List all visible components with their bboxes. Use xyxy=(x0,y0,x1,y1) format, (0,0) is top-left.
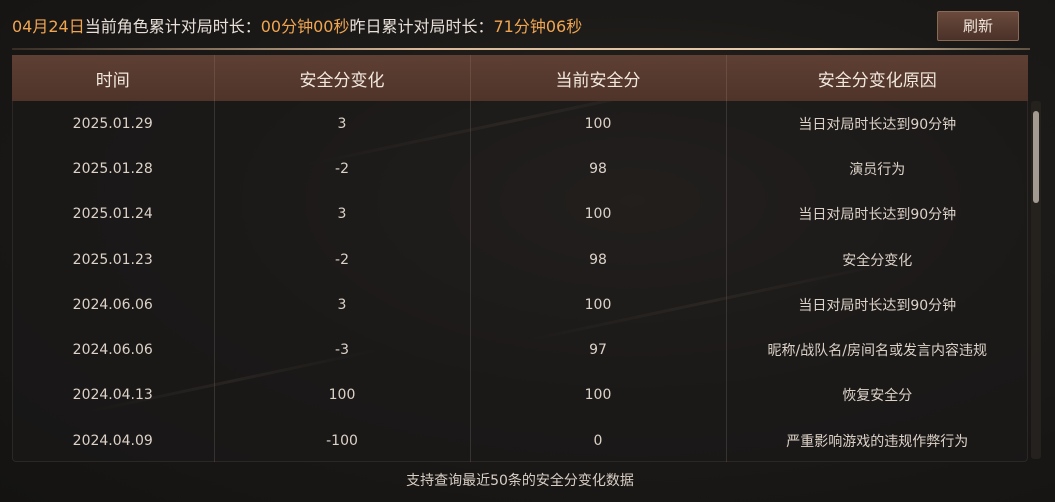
column-header-time: 时间 xyxy=(12,55,215,101)
cell-score-change: -3 xyxy=(214,327,471,373)
cell-change-reason: 演员行为 xyxy=(849,161,906,178)
cell-change-reason: 昵称/战队名/房间名或发言内容违规 xyxy=(767,343,987,360)
cell-time: 2024.06.06 xyxy=(12,282,215,328)
cell-score-change: 3 xyxy=(214,282,471,328)
play-time-summary: 04月24日当前角色累计对局时长：00分钟00秒昨日累计对局时长：71分钟06秒 xyxy=(12,16,582,38)
cell-change-reason: 安全分变化 xyxy=(842,252,913,269)
cell-change-reason: 当日对局时长达到90分钟 xyxy=(798,297,957,314)
cell-change-reason: 严重影响游戏的违规作弊行为 xyxy=(786,433,969,450)
current-playtime-value: 00分钟00秒 xyxy=(260,17,350,36)
cell-current-score: 98 xyxy=(470,146,727,192)
yesterday-playtime-value: 71分钟06秒 xyxy=(493,17,583,36)
cell-current-score: 100 xyxy=(470,101,727,147)
cell-current-score: 100 xyxy=(470,191,727,237)
table-scrollbar[interactable] xyxy=(1031,101,1041,459)
cell-current-score: 100 xyxy=(470,282,727,328)
current-playtime-label: 当前角色累计对局时长： xyxy=(84,17,261,36)
table-row: 2024.04.13 100 100 恢复安全分 xyxy=(12,372,1028,419)
cell-time: 2024.04.13 xyxy=(12,372,215,419)
table-row: 2024.04.09 -100 0 严重影响游戏的违规作弊行为 xyxy=(12,418,1028,462)
cell-current-score: 100 xyxy=(470,372,727,419)
cell-score-change: 100 xyxy=(214,372,471,419)
scrollbar-thumb[interactable] xyxy=(1033,111,1039,203)
table-row: 2024.06.06 3 100 当日对局时长达到90分钟 xyxy=(12,282,1028,328)
cell-time: 2025.01.24 xyxy=(12,191,215,237)
cell-score-change: 3 xyxy=(214,191,471,237)
cell-score-change: -2 xyxy=(214,236,471,283)
header-divider xyxy=(12,48,1030,50)
table-row: 2024.06.06 -3 97 昵称/战队名/房间名或发言内容违规 xyxy=(12,327,1028,373)
cell-time: 2024.06.06 xyxy=(12,327,215,373)
column-header-current-score: 当前安全分 xyxy=(470,55,727,101)
cell-change-reason: 恢复安全分 xyxy=(842,388,913,405)
cell-score-change: -100 xyxy=(214,418,471,462)
table-row: 2025.01.23 -2 98 安全分变化 xyxy=(12,236,1028,283)
summary-date: 04月24日 xyxy=(12,17,85,36)
cell-time: 2025.01.23 xyxy=(12,236,215,283)
yesterday-playtime-label: 昨日累计对局时长： xyxy=(349,17,494,36)
cell-change-reason: 当日对局时长达到90分钟 xyxy=(798,207,957,224)
cell-current-score: 0 xyxy=(470,418,727,462)
query-limit-note: 支持查询最近50条的安全分变化数据 xyxy=(406,473,634,489)
column-header-score-change: 安全分变化 xyxy=(214,55,471,101)
cell-change-reason: 当日对局时长达到90分钟 xyxy=(798,116,957,133)
cell-score-change: -2 xyxy=(214,146,471,192)
table-row: 2025.01.29 3 100 当日对局时长达到90分钟 xyxy=(12,101,1028,147)
cell-time: 2024.04.09 xyxy=(12,418,215,462)
cell-current-score: 97 xyxy=(470,327,727,373)
cell-score-change: 3 xyxy=(214,101,471,147)
table-header-row: 时间 安全分变化 当前安全分 安全分变化原因 xyxy=(12,55,1028,101)
table-row: 2025.01.24 3 100 当日对局时长达到90分钟 xyxy=(12,191,1028,237)
table-row: 2025.01.28 -2 98 演员行为 xyxy=(12,146,1028,192)
safety-score-table: 时间 安全分变化 当前安全分 安全分变化原因 2025.01.29 3 100 … xyxy=(12,55,1028,462)
cell-time: 2025.01.29 xyxy=(12,101,215,147)
cell-time: 2025.01.28 xyxy=(12,146,215,192)
refresh-button[interactable]: 刷新 xyxy=(937,11,1019,41)
cell-current-score: 98 xyxy=(470,236,727,283)
column-header-change-reason: 安全分变化原因 xyxy=(817,70,937,91)
header-bar: 04月24日当前角色累计对局时长：00分钟00秒昨日累计对局时长：71分钟06秒… xyxy=(0,0,1055,52)
